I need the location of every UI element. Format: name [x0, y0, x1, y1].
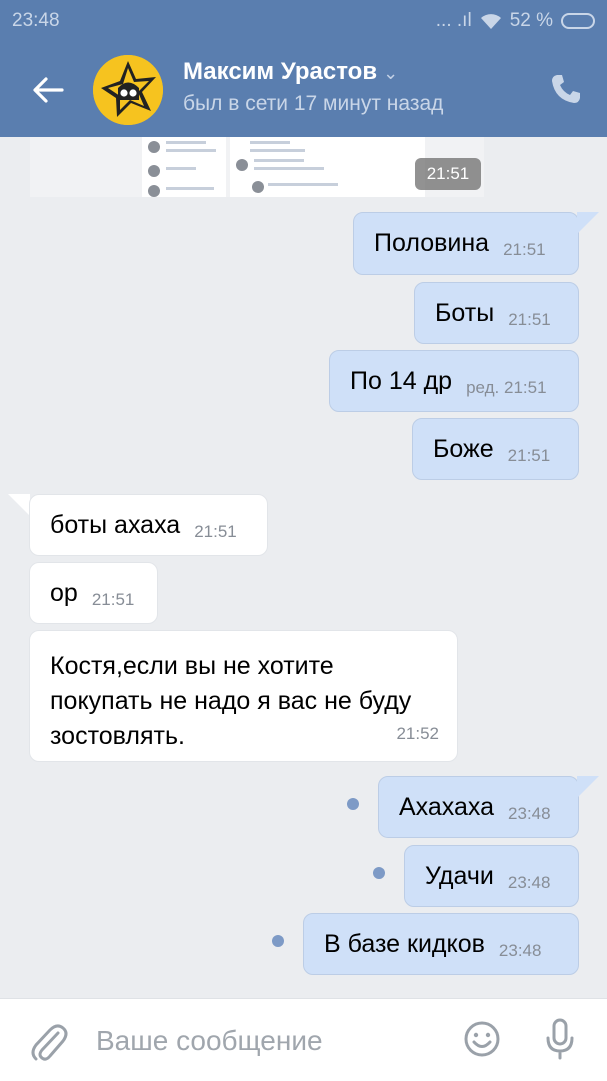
battery-icon [561, 13, 595, 29]
status-bar: 23:48 ... .ıl 52 % [0, 0, 607, 42]
incoming-message[interactable]: Костя,если вы не хотите покупать не надо… [29, 630, 458, 762]
incoming-message[interactable]: боты ахаха 21:51 [29, 494, 268, 556]
photo-timestamp: 21:51 [415, 158, 481, 190]
paperclip-icon[interactable] [28, 1021, 68, 1063]
message-time: 21:51 [194, 521, 237, 541]
unread-indicator [347, 798, 359, 810]
bubble-tail [8, 494, 30, 516]
message-time: 21:52 [396, 724, 439, 743]
incoming-message[interactable]: ор 21:51 [29, 562, 158, 624]
contact-name: Максим Урастов [183, 58, 378, 85]
emoji-icon[interactable] [463, 1020, 501, 1058]
brawl-stars-star-icon [93, 55, 163, 125]
message-time: 21:51 [91, 589, 135, 609]
message-text: Боты [435, 298, 495, 327]
outgoing-message[interactable]: Боты 21:51 [414, 282, 579, 344]
microphone-icon[interactable] [545, 1018, 575, 1060]
chevron-down-icon: ⌄ [383, 63, 399, 83]
message-input[interactable]: Ваше сообщение [96, 1025, 323, 1057]
message-text: В базе кидков [324, 929, 485, 958]
status-time: 23:48 [12, 10, 60, 31]
phone-icon[interactable] [549, 72, 583, 106]
message-time: 21:51 [508, 309, 551, 329]
unread-indicator [272, 935, 284, 947]
message-text: Удачи [425, 861, 494, 890]
wifi-icon [480, 14, 501, 29]
unread-indicator [373, 867, 385, 879]
battery-percent: 52 % [509, 10, 553, 31]
message-text: По 14 др [350, 366, 453, 395]
message-text: Боже [433, 434, 494, 463]
message-time: 23:48 [507, 872, 551, 892]
message-text: Половина [374, 229, 490, 257]
chat-title[interactable]: Максим Урастов ⌄ [183, 58, 398, 86]
bubble-tail [577, 776, 599, 798]
avatar[interactable] [93, 55, 163, 125]
outgoing-message[interactable]: Удачи 23:48 [404, 845, 579, 907]
message-time: 21:51 [507, 445, 551, 465]
message-text: Ахахаха [399, 792, 495, 821]
last-seen-status: был в сети 17 минут назад [183, 92, 444, 115]
outgoing-message[interactable]: Половина 21:51 [353, 212, 579, 275]
outgoing-message[interactable]: По 14 др ред. 21:51 [329, 350, 579, 412]
message-text: Костя,если вы не хотите покупать не надо… [50, 652, 412, 750]
message-time: 23:48 [498, 940, 542, 960]
message-time: 21:51 [503, 240, 546, 259]
message-text: ор [50, 578, 78, 607]
message-input-bar: Ваше сообщение [0, 998, 607, 1081]
outgoing-message[interactable]: Ахахаха 23:48 [378, 776, 579, 838]
outgoing-message[interactable]: В базе кидков 23:48 [303, 913, 579, 975]
message-time: 21:51 [504, 377, 547, 397]
message-text: боты ахаха [50, 510, 181, 539]
signal-icon: ... .ıl [435, 10, 472, 31]
edited-label: ред. [466, 377, 500, 397]
back-arrow-icon[interactable] [30, 72, 66, 108]
bubble-tail [577, 212, 599, 234]
message-time: 23:48 [508, 803, 551, 823]
chat-header: Максим Урастов ⌄ был в сети 17 минут наза… [0, 42, 607, 137]
outgoing-message[interactable]: Боже 21:51 [412, 418, 579, 480]
